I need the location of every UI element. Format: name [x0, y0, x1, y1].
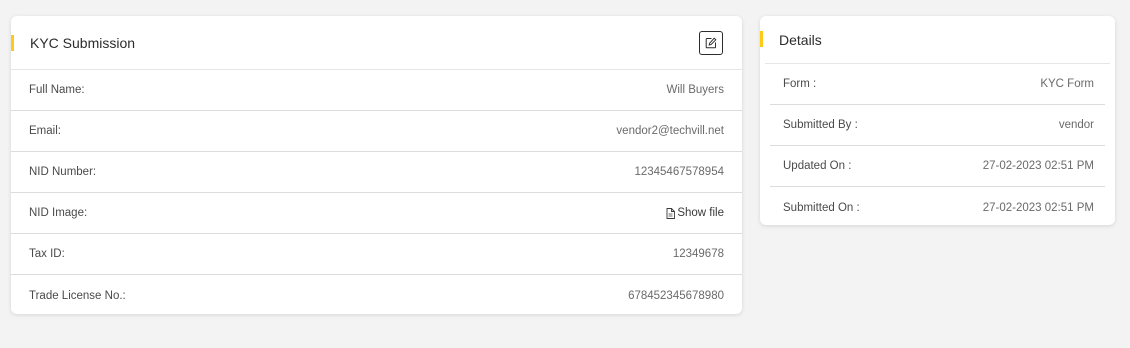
kyc-card-title: KYC Submission — [30, 34, 136, 51]
kyc-rows: Full Name: Will Buyers Email: vendor2@te… — [11, 70, 742, 316]
full-name-label: Full Name: — [29, 84, 85, 96]
kyc-card-header: KYC Submission — [11, 16, 742, 70]
tax-id-value: 12349678 — [672, 248, 724, 260]
form-label: Form : — [783, 78, 817, 90]
submitted-on-label: Submitted On : — [783, 201, 860, 214]
details-card-title: Details — [779, 31, 822, 48]
show-file-link[interactable]: Show file — [666, 207, 724, 219]
nid-image-label: NID Image: — [29, 207, 88, 219]
details-card-header: Details — [760, 16, 1115, 63]
details-row-form: Form : KYC Form — [770, 64, 1105, 105]
details-row-updated-on: Updated On : 27-02-2023 02:51 PM — [770, 146, 1105, 187]
details-row-submitted-on: Submitted On : 27-02-2023 02:51 PM — [770, 187, 1105, 228]
details-row-submitted-by: Submitted By : vendor — [770, 105, 1105, 146]
email-label: Email: — [29, 125, 61, 137]
full-name-value: Will Buyers — [666, 84, 724, 96]
nid-number-label: NID Number: — [29, 166, 97, 178]
details-rows: Form : KYC Form Submitted By : vendor Up… — [765, 63, 1110, 228]
edit-button[interactable] — [699, 30, 723, 55]
edit-icon — [705, 36, 717, 48]
kyc-row-full-name: Full Name: Will Buyers — [11, 70, 742, 111]
updated-on-label: Updated On : — [783, 160, 852, 172]
updated-on-value: 27-02-2023 02:51 PM — [982, 160, 1094, 172]
nid-number-value: 12345467578954 — [634, 166, 724, 178]
trade-license-label: Trade License No.: — [29, 289, 126, 302]
email-value: vendor2@techvill.net — [616, 125, 724, 137]
kyc-submission-card: KYC Submission Full Name: Will Buyers Em… — [11, 16, 742, 314]
form-value: KYC Form — [1040, 78, 1094, 90]
kyc-row-email: Email: vendor2@techvill.net — [11, 111, 742, 152]
kyc-row-nid-image: NID Image: Show file — [11, 193, 742, 234]
accent-bar — [11, 35, 14, 51]
trade-license-value: 678452345678980 — [628, 289, 724, 302]
submitted-by-value: vendor — [1058, 119, 1094, 131]
kyc-row-nid-number: NID Number: 12345467578954 — [11, 152, 742, 193]
details-card: Details Form : KYC Form Submitted By : v… — [760, 16, 1115, 225]
show-file-label: Show file — [677, 207, 724, 219]
submitted-by-label: Submitted By : — [783, 119, 858, 131]
submitted-on-value: 27-02-2023 02:51 PM — [982, 201, 1094, 214]
kyc-row-tax-id: Tax ID: 12349678 — [11, 234, 742, 275]
tax-id-label: Tax ID: — [29, 248, 65, 260]
accent-bar — [760, 31, 763, 47]
kyc-row-trade-license: Trade License No.: 678452345678980 — [11, 275, 742, 316]
file-icon — [666, 207, 676, 219]
